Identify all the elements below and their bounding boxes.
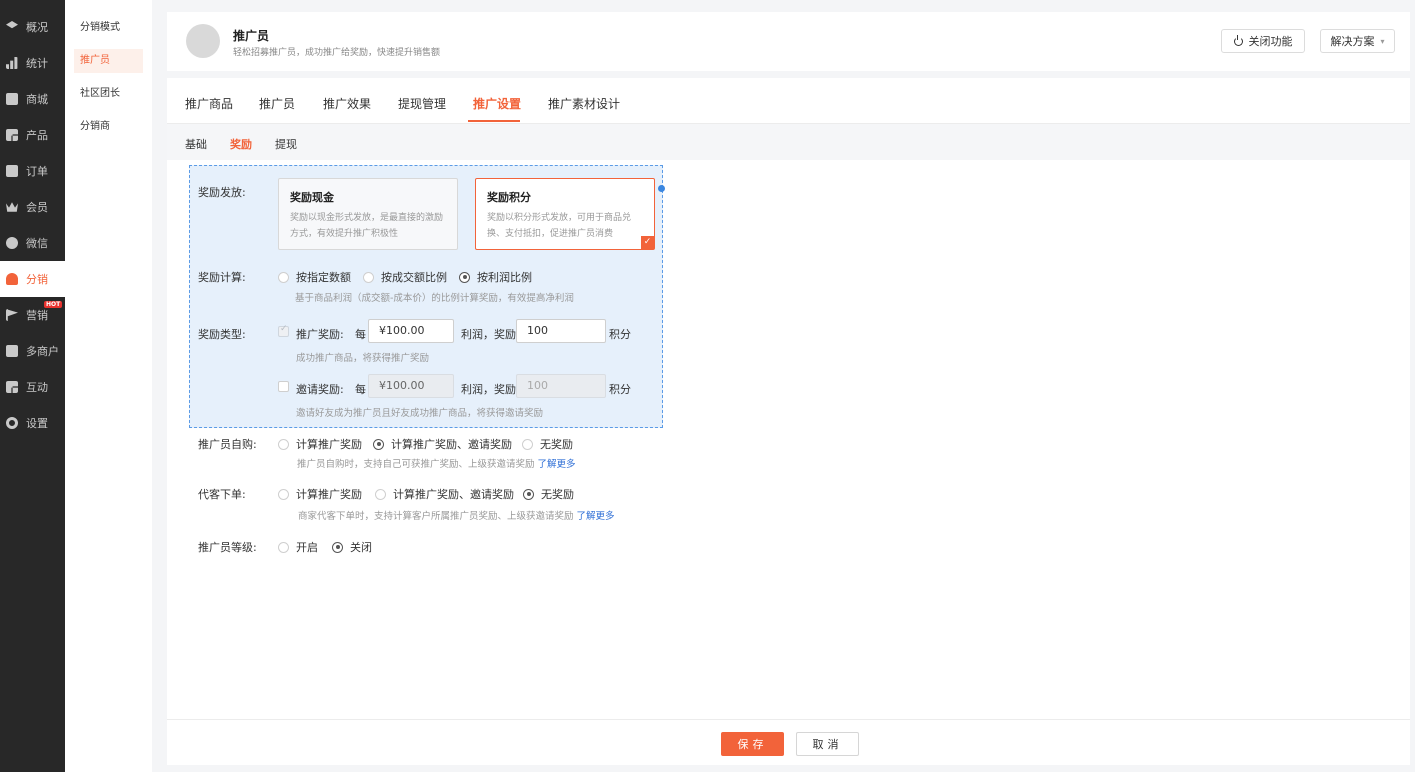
tab-promoters[interactable]: 推广员 xyxy=(259,95,295,112)
primary-sidebar: 概况 统计 商城 产品 订单 会员 微信 分销 营销 HOT 多商户 互动 设置 xyxy=(0,0,65,772)
radio-profit-ratio[interactable]: 按利润比例 xyxy=(459,269,532,285)
subtab-withdraw[interactable]: 提现 xyxy=(275,136,297,152)
promoter-level-label: 推广员等级: xyxy=(198,541,257,554)
tab-promo-settings[interactable]: 推广设置 xyxy=(473,95,521,112)
promo-points-input[interactable]: 100 xyxy=(516,319,606,343)
tab-promo-material[interactable]: 推广素材设计 xyxy=(548,95,620,112)
subtab-basic[interactable]: 基础 xyxy=(185,136,207,152)
reward-issue-label: 奖励发放: xyxy=(198,186,246,199)
radio-proxy-promo[interactable]: 计算推广奖励 xyxy=(278,486,362,502)
avatar xyxy=(186,24,220,58)
checkmark-icon: ✓ xyxy=(641,236,654,249)
page-subtitle: 轻松招募推广员，成功推广给奖励，快速提升销售额 xyxy=(233,48,441,58)
invite-amount-input[interactable]: ¥100.00 xyxy=(368,374,454,398)
close-feature-button[interactable]: 关闭功能 xyxy=(1221,29,1305,53)
bar-chart-icon xyxy=(6,57,18,69)
multi-shop-icon xyxy=(6,345,18,357)
invite-points-input[interactable]: 100 xyxy=(516,374,606,398)
gear-icon xyxy=(6,417,18,429)
reward-calc-hint: 基于商品利润（成交额-成本价）的比例计算奖励，有效提高净利润 xyxy=(295,293,574,304)
promo-per-label: 每 xyxy=(355,328,366,341)
radio-selfbuy-promo[interactable]: 计算推广奖励 xyxy=(278,436,362,452)
tab-bar: 推广商品 推广员 推广效果 提现管理 推广设置 推广素材设计 xyxy=(167,78,1410,124)
order-icon xyxy=(6,165,18,177)
secondary-sidebar: 分销模式 推广员 社区团长 分销商 xyxy=(65,0,152,772)
nav-item-member[interactable]: 会员 xyxy=(0,189,65,225)
promo-amount-input[interactable]: ¥100.00 xyxy=(368,319,454,343)
footer-bar: 保存 取消 xyxy=(167,719,1410,765)
invite-reward-checkbox[interactable] xyxy=(278,381,289,392)
radio-selfbuy-promo-invite[interactable]: 计算推广奖励、邀请奖励 xyxy=(373,436,512,452)
tab-promo-goods[interactable]: 推广商品 xyxy=(185,95,233,112)
subnav-item-distributor[interactable]: 分销商 xyxy=(74,115,143,139)
self-buy-label: 推广员自购: xyxy=(198,438,257,451)
grid-icon xyxy=(6,129,18,141)
self-buy-hint: 推广员自购时，支持自己可获推广奖励、上级获邀请奖励 了解更多 xyxy=(297,459,576,470)
solution-dropdown[interactable]: 解决方案 ▾ xyxy=(1320,29,1395,53)
subnav-item-promoter[interactable]: 推广员 xyxy=(74,49,143,73)
nav-item-wechat[interactable]: 微信 xyxy=(0,225,65,261)
promo-reward-hint: 成功推广商品，将获得推广奖励 xyxy=(296,353,430,364)
nav-item-interact[interactable]: 互动 xyxy=(0,369,65,405)
nav-item-stats[interactable]: 统计 xyxy=(0,45,65,81)
main-panel: 推广商品 推广员 推广效果 提现管理 推广设置 推广素材设计 基础 奖励 提现 … xyxy=(167,78,1410,765)
nav-item-settings[interactable]: 设置 xyxy=(0,405,65,441)
save-button[interactable]: 保存 xyxy=(721,732,784,756)
crown-icon xyxy=(6,201,18,213)
reward-type-label: 奖励类型: xyxy=(198,328,246,341)
promo-reward-checkbox[interactable] xyxy=(278,324,289,337)
self-buy-learn-more-link[interactable]: 了解更多 xyxy=(538,459,576,470)
promo-reward-name: 推广奖励: xyxy=(296,328,344,341)
promo-unit-label: 积分 xyxy=(609,328,631,341)
invite-mid-label: 利润，奖励 xyxy=(461,383,516,396)
subtab-reward[interactable]: 奖励 xyxy=(230,136,252,152)
radio-selfbuy-none[interactable]: 无奖励 xyxy=(522,436,573,452)
active-tab-indicator xyxy=(468,120,520,122)
promo-mid-label: 利润，奖励 xyxy=(461,328,516,341)
proxy-order-hint: 商家代客下单时，支持计算客户所属推广员奖励、上级获邀请奖励 了解更多 xyxy=(298,511,615,522)
subnav-item-mode[interactable]: 分销模式 xyxy=(74,16,143,40)
hot-badge: HOT xyxy=(44,301,63,308)
nav-item-order[interactable]: 订单 xyxy=(0,153,65,189)
radio-proxy-none[interactable]: 无奖励 xyxy=(523,486,574,502)
flag-icon xyxy=(6,309,18,321)
cancel-button[interactable]: 取消 xyxy=(796,732,859,756)
store-icon xyxy=(6,93,18,105)
layers-icon xyxy=(6,21,18,33)
page-header: 推广员 轻松招募推广员，成功推广给奖励，快速提升销售额 关闭功能 解决方案 ▾ xyxy=(167,12,1410,71)
invite-unit-label: 积分 xyxy=(609,383,631,396)
nav-item-product[interactable]: 产品 xyxy=(0,117,65,153)
radio-proxy-promo-invite[interactable]: 计算推广奖励、邀请奖励 xyxy=(375,486,514,502)
nav-item-mall[interactable]: 商城 xyxy=(0,81,65,117)
proxy-learn-more-link[interactable]: 了解更多 xyxy=(577,511,615,522)
subnav-item-community-leader[interactable]: 社区团长 xyxy=(74,82,143,106)
reward-calc-label: 奖励计算: xyxy=(198,271,246,284)
reward-points-card[interactable]: 奖励积分 奖励以积分形式发放，可用于商品兑换、支付抵扣，促进推广员消费 ✓ xyxy=(475,178,655,250)
invite-reward-name: 邀请奖励: xyxy=(296,383,344,396)
wechat-icon xyxy=(6,237,18,249)
nav-item-multi-merchant[interactable]: 多商户 xyxy=(0,333,65,369)
radio-sales-ratio[interactable]: 按成交额比例 xyxy=(363,269,447,285)
reward-cash-card[interactable]: 奖励现金 奖励以现金形式发放，是最直接的激励方式，有效提升推广积极性 xyxy=(278,178,458,250)
nav-item-overview[interactable]: 概况 xyxy=(0,9,65,45)
sub-tab-bar: 基础 奖励 提现 xyxy=(167,124,1410,160)
chevron-down-icon: ▾ xyxy=(1380,36,1385,46)
invite-reward-hint: 邀请好友成为推广员且好友成功推广商品，将获得邀请奖励 xyxy=(296,408,544,419)
proxy-order-label: 代客下单: xyxy=(198,488,246,501)
radio-level-on[interactable]: 开启 xyxy=(278,539,318,555)
power-icon xyxy=(1233,34,1243,46)
nav-item-marketing[interactable]: 营销 HOT xyxy=(0,297,65,333)
radio-level-off[interactable]: 关闭 xyxy=(332,539,372,555)
distribution-icon xyxy=(6,273,18,285)
tab-withdraw-mgmt[interactable]: 提现管理 xyxy=(398,95,446,112)
radio-fixed-amount[interactable]: 按指定数额 xyxy=(278,269,351,285)
page-title: 推广员 xyxy=(233,29,270,43)
interact-icon xyxy=(6,381,18,393)
invite-per-label: 每 xyxy=(355,383,366,396)
nav-item-distribution[interactable]: 分销 xyxy=(0,261,65,297)
resize-handle[interactable] xyxy=(658,185,665,192)
tab-promo-effect[interactable]: 推广效果 xyxy=(323,95,371,112)
